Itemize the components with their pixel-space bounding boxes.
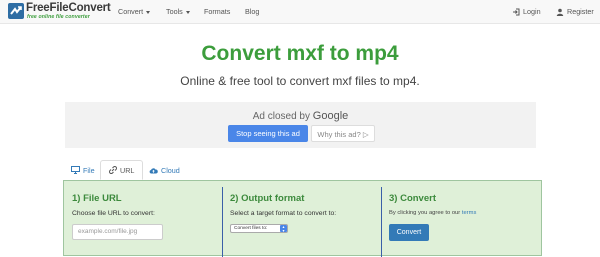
register-link[interactable]: Register bbox=[556, 7, 594, 16]
tab-cloud-label: Cloud bbox=[161, 165, 180, 175]
nav-tools[interactable]: Tools bbox=[166, 7, 190, 16]
page-title: Convert mxf to mp4 bbox=[201, 42, 399, 65]
register-label: Register bbox=[567, 7, 594, 16]
chevron-down-icon bbox=[146, 10, 151, 14]
user-icon bbox=[556, 8, 564, 16]
monitor-icon bbox=[71, 166, 80, 174]
login-link[interactable]: Login bbox=[512, 7, 541, 16]
output-format-value: Convert files to: bbox=[234, 226, 268, 231]
step-convert: 3) Convert By clicking you agree to our … bbox=[381, 181, 541, 257]
chevron-down-icon bbox=[185, 10, 190, 14]
terms-notice-text: By clicking you agree to our bbox=[389, 210, 461, 216]
file-url-input[interactable]: example.com/file.jpg bbox=[72, 224, 163, 240]
nav-convert-label: Convert bbox=[118, 7, 144, 16]
step-file-url: 1) File URL Choose file URL to convert: … bbox=[64, 181, 222, 257]
step3-title: 3) Convert bbox=[389, 193, 436, 204]
tab-url-label: URL bbox=[120, 165, 135, 175]
cloud-upload-icon bbox=[149, 167, 158, 173]
login-label: Login bbox=[523, 7, 541, 16]
logo[interactable]: FreeFileConvert free online file convert… bbox=[8, 2, 116, 22]
output-format-select[interactable]: Convert files to: ▴ ▾ bbox=[230, 224, 288, 233]
step-output-format: 2) Output format Select a target format … bbox=[222, 181, 381, 257]
brand-name: FreeFileConvert bbox=[26, 2, 111, 14]
ad-block: Ad closed by Google Stop seeing this ad … bbox=[65, 102, 536, 148]
tab-url[interactable]: URL bbox=[100, 160, 144, 180]
login-icon bbox=[513, 8, 520, 15]
page-subtitle: Online & free tool to convert mxf files … bbox=[180, 74, 420, 88]
nav-formats[interactable]: Formats bbox=[204, 7, 230, 16]
tab-cloud[interactable]: Cloud bbox=[149, 160, 180, 180]
converter-panel: 1) File URL Choose file URL to convert: … bbox=[63, 180, 542, 257]
navbar: FreeFileConvert free online file convert… bbox=[0, 0, 600, 24]
nav-convert[interactable]: Convert bbox=[118, 7, 151, 16]
logo-mark-icon bbox=[8, 3, 24, 19]
step1-title: 1) File URL bbox=[72, 193, 122, 204]
ad-closed-label: Ad closed by bbox=[252, 111, 310, 122]
google-wordmark: Google bbox=[312, 110, 349, 122]
terms-link[interactable]: terms bbox=[462, 210, 477, 216]
brand-tagline: free online file converter bbox=[27, 14, 90, 20]
nav-tools-label: Tools bbox=[166, 7, 183, 16]
link-icon bbox=[109, 166, 117, 174]
select-arrows-icon: ▴ ▾ bbox=[280, 225, 287, 232]
step2-label: Select a target format to convert to: bbox=[230, 210, 337, 217]
ad-closed-text: Ad closed by Google bbox=[65, 110, 536, 122]
convert-button[interactable]: Convert bbox=[389, 224, 429, 241]
stop-seeing-ad-button[interactable]: Stop seeing this ad bbox=[228, 125, 308, 142]
terms-notice: By clicking you agree to our terms bbox=[389, 210, 476, 216]
tab-file[interactable]: File bbox=[71, 160, 95, 180]
tab-file-label: File bbox=[83, 165, 95, 175]
nav-blog[interactable]: Blog bbox=[245, 7, 259, 16]
step1-label: Choose file URL to convert: bbox=[72, 210, 155, 217]
why-this-ad-button[interactable]: Why this ad? ▷ bbox=[311, 125, 375, 142]
step2-title: 2) Output format bbox=[230, 193, 305, 204]
